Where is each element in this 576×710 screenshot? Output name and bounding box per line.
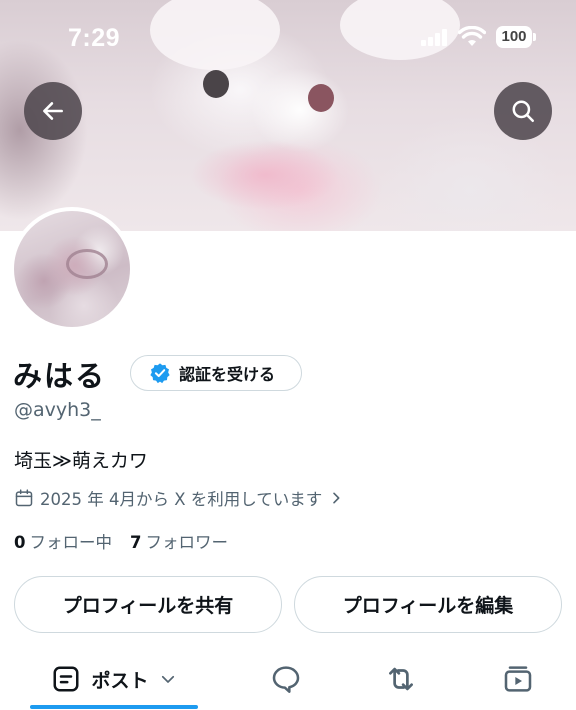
following-link[interactable]: 0 フォロー中 [14,529,112,553]
tab-posts-label: ポスト [91,669,149,692]
battery-level: 100 [496,26,532,48]
chevron-down-icon[interactable] [159,670,177,688]
display-name: みはる [13,359,107,393]
posts-icon [53,666,79,692]
wifi-icon [458,26,486,46]
get-verified-label: 認証を受ける [179,365,276,384]
tab-replies[interactable] [258,650,314,708]
verified-badge-icon [150,363,170,384]
followers-count: 7 [129,533,142,552]
tab-reposts[interactable] [373,650,429,708]
tab-videos[interactable] [490,650,546,708]
reply-bubble-icon [272,666,300,693]
status-bar: 7:29 100 [0,0,576,70]
follow-stats: 0 フォロー中 7 フォロワー [14,529,228,553]
edit-profile-button[interactable]: プロフィールを編集 [294,576,562,633]
video-icon [504,666,532,692]
repost-icon [389,667,413,691]
cellular-signal-icon [421,29,449,46]
arrow-left-icon [43,102,63,120]
banner-detail [308,84,334,112]
avatar[interactable] [10,207,134,331]
calendar-icon [15,489,33,507]
bio: 埼玉≫萌えカワ [14,450,148,472]
chevron-right-icon [333,492,340,504]
search-button[interactable] [494,82,552,140]
tab-selected-indicator [30,705,198,709]
avatar-detail [66,249,108,279]
joined-date-text: 2025 年 4月から X を利用しています [40,490,323,509]
back-button[interactable] [24,82,82,140]
battery-icon: 100 [496,26,536,48]
search-icon [512,100,534,122]
banner-detail [203,70,229,98]
status-time: 7:29 [68,24,121,52]
joined-date[interactable]: 2025 年 4月から X を利用しています [14,486,344,510]
tab-posts[interactable]: ポスト [30,650,198,708]
profile-tabs: ポスト [0,650,576,710]
banner-detail [190,140,340,210]
get-verified-button[interactable]: 認証を受ける [130,355,302,391]
followers-link[interactable]: 7 フォロワー [130,529,228,553]
share-profile-button[interactable]: プロフィールを共有 [14,576,282,633]
following-count: 0 [14,533,26,552]
followers-label: フォロワー [145,533,228,552]
user-handle: @avyh3_ [14,399,101,421]
following-label: フォロー中 [29,533,112,552]
